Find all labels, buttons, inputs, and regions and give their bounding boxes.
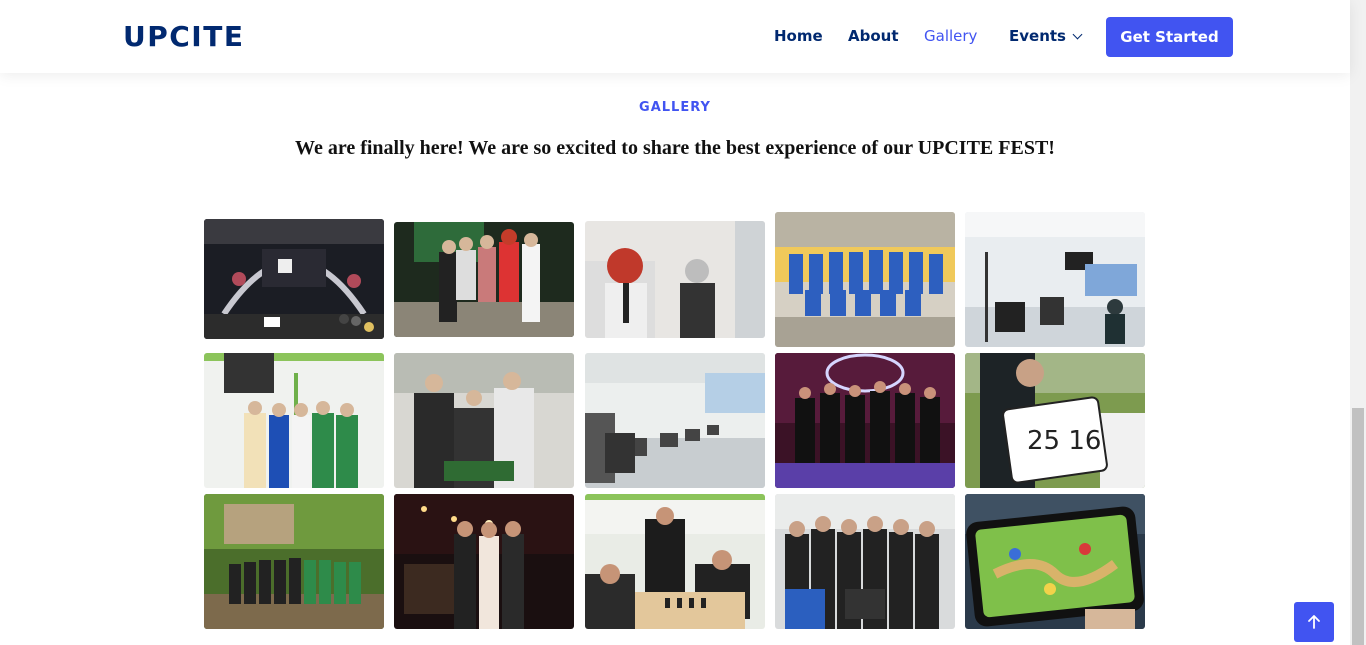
gallery-photo-group-lab[interactable]	[204, 353, 384, 488]
gallery-photo-chess-handshake[interactable]	[394, 353, 574, 488]
back-to-top-button[interactable]	[1294, 602, 1334, 642]
nav-home[interactable]: Home	[774, 27, 823, 45]
scrollbar-thumb[interactable]	[1352, 408, 1364, 645]
gallery-photo-costumed-group[interactable]	[394, 222, 574, 337]
photo-image	[775, 494, 955, 629]
nav-events[interactable]: Events	[1009, 27, 1083, 45]
photo-image	[585, 494, 765, 629]
gallery-photo-computer-room[interactable]	[585, 353, 765, 488]
photo-image	[965, 494, 1145, 629]
gallery-photo-basketball-team[interactable]	[775, 212, 955, 347]
gallery-photo-cosplay-portrait[interactable]	[585, 221, 765, 338]
gallery-photo-whiteboard-score[interactable]: 25 16	[965, 353, 1145, 488]
gallery-photo-outdoor-team[interactable]	[204, 494, 384, 629]
gallery-photo-group-selfie[interactable]	[775, 494, 955, 629]
photo-image	[204, 494, 384, 629]
nav-about[interactable]: About	[848, 27, 899, 45]
photo-image	[394, 494, 574, 629]
photo-image	[775, 353, 955, 488]
photo-image	[965, 212, 1145, 347]
section-title: We are finally here! We are so excited t…	[295, 137, 1055, 159]
arrow-up-icon	[1308, 615, 1320, 629]
nav-gallery[interactable]: Gallery	[924, 27, 977, 45]
photo-image	[204, 219, 384, 339]
page-scrollbar[interactable]	[1350, 0, 1366, 645]
gallery-photo-computer-lab[interactable]	[965, 212, 1145, 347]
photo-image	[394, 222, 574, 337]
gallery-photo-night-group[interactable]	[394, 494, 574, 629]
site-logo[interactable]: UPCITE	[123, 20, 244, 53]
photo-image	[204, 353, 384, 488]
photo-image	[394, 353, 574, 488]
gallery-photo-stage-event[interactable]	[204, 219, 384, 339]
photo-image: 25 16	[965, 353, 1145, 488]
gallery-photo-chess-match[interactable]	[585, 494, 765, 629]
gallery-photo-mobile-game[interactable]	[965, 494, 1145, 629]
section-tag: GALLERY	[639, 100, 711, 115]
get-started-button[interactable]: Get Started	[1106, 17, 1233, 57]
chevron-down-icon	[1072, 29, 1083, 40]
whiteboard-score-text: 25 16	[1027, 426, 1101, 456]
photo-image	[585, 221, 765, 338]
photo-image	[775, 212, 955, 347]
site-header: UPCITE Home About Gallery Events Get Sta…	[0, 0, 1350, 73]
gallery-photo-neon-party-group[interactable]	[775, 353, 955, 488]
photo-image	[585, 353, 765, 488]
nav-events-label: Events	[1009, 27, 1066, 45]
